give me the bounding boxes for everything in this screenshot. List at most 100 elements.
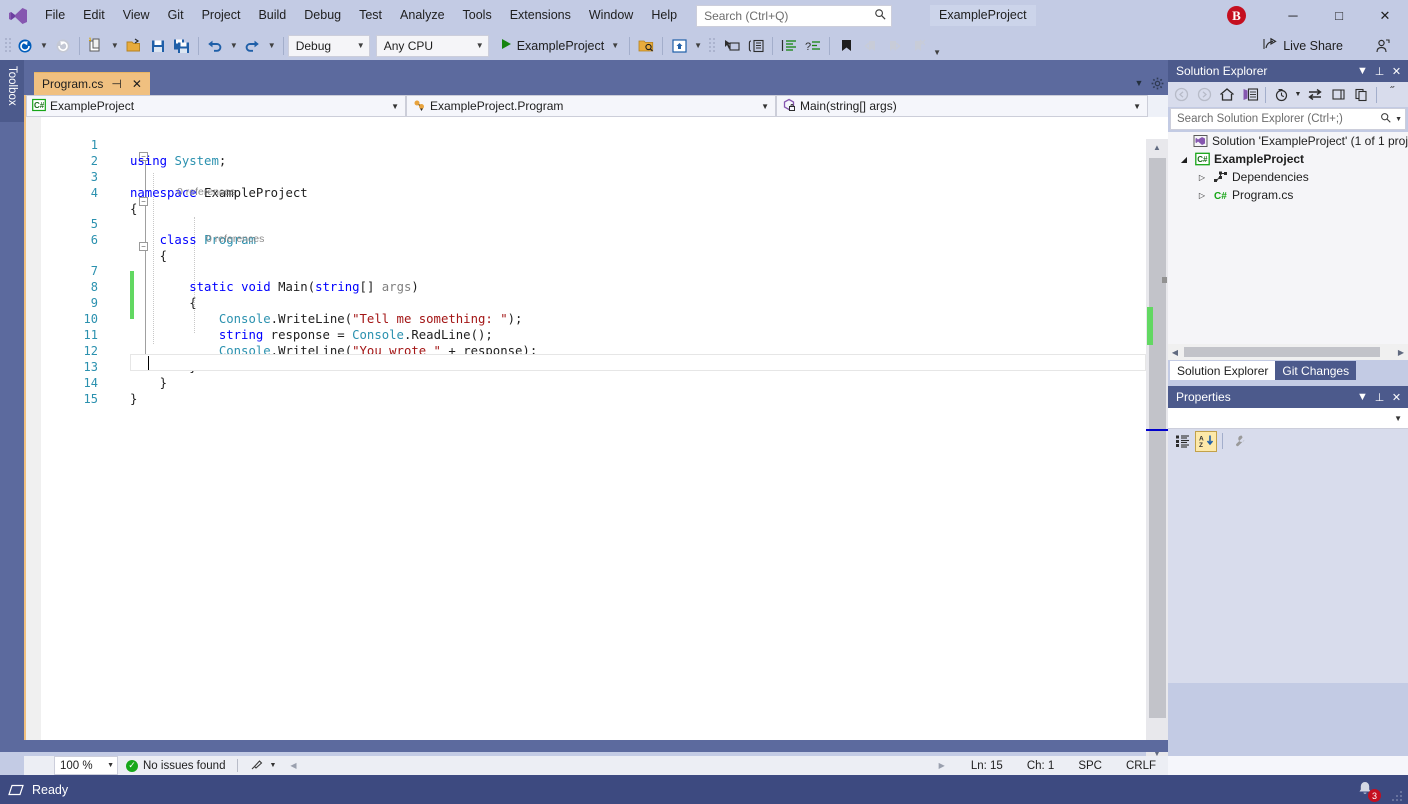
hscroll-track[interactable] bbox=[1182, 347, 1394, 357]
feedback-person-icon[interactable] bbox=[1370, 34, 1396, 57]
zoom-level-select[interactable]: 100 % ▼ bbox=[54, 756, 118, 775]
open-file-icon[interactable] bbox=[122, 34, 146, 58]
solution-platform-select[interactable]: Any CPU ▼ bbox=[376, 35, 489, 57]
navbar-type-select[interactable]: ExampleProject.Program ▼ bbox=[406, 95, 776, 117]
menu-project[interactable]: Project bbox=[193, 4, 250, 27]
chevron-down-icon[interactable]: ▼ bbox=[1132, 74, 1146, 92]
next-bookmark-icon[interactable] bbox=[882, 34, 906, 58]
twisty-expanded-icon[interactable]: ◢ bbox=[1178, 150, 1190, 168]
toolbox-tab[interactable]: Toolbox bbox=[0, 60, 24, 122]
pointer-select-icon[interactable] bbox=[720, 34, 744, 58]
global-search-input[interactable]: Search (Ctrl+Q) bbox=[696, 5, 892, 27]
issues-status[interactable]: ✓ No issues found bbox=[126, 760, 225, 772]
menu-extensions[interactable]: Extensions bbox=[501, 4, 580, 27]
menu-analyze[interactable]: Analyze bbox=[391, 4, 453, 27]
solution-explorer-search-icon[interactable] bbox=[634, 34, 658, 58]
menu-tools[interactable]: Tools bbox=[454, 4, 501, 27]
caret-right-icon[interactable]: ▶ bbox=[925, 761, 959, 770]
save-all-icon[interactable] bbox=[170, 34, 194, 58]
tree-node-solution[interactable]: Solution 'ExampleProject' (1 of 1 proj bbox=[1168, 132, 1408, 150]
solution-tree[interactable]: Solution 'ExampleProject' (1 of 1 proj ◢… bbox=[1168, 132, 1408, 344]
chevron-down-icon[interactable]: ▼ bbox=[1354, 62, 1371, 80]
chevron-down-icon[interactable]: ▼ bbox=[1392, 116, 1402, 123]
scrollbar-thumb[interactable] bbox=[1149, 158, 1166, 718]
code-text[interactable]: 1 using System; 2 3 namespace ExamplePro… bbox=[26, 117, 1146, 740]
navbar-member-select[interactable]: Main(string[] args) ▼ bbox=[776, 95, 1148, 117]
chevron-down-icon[interactable]: ▼ bbox=[1293, 84, 1303, 105]
close-icon[interactable]: ✕ bbox=[1388, 388, 1405, 406]
tab-git-changes[interactable]: Git Changes bbox=[1275, 361, 1356, 380]
menu-file[interactable]: File bbox=[36, 4, 74, 27]
home-icon[interactable] bbox=[1216, 84, 1238, 105]
uncomment-icon[interactable]: ? bbox=[801, 34, 825, 58]
navigate-backward-dropdown[interactable]: ▼ bbox=[37, 41, 51, 50]
redo-dropdown[interactable]: ▼ bbox=[265, 41, 279, 50]
account-badge[interactable]: B bbox=[1227, 6, 1246, 25]
editor-vertical-scrollbar[interactable]: ▲ ▼ bbox=[1146, 139, 1168, 762]
navigate-forward-icon[interactable] bbox=[51, 34, 75, 58]
forward-icon[interactable] bbox=[1193, 84, 1215, 105]
menu-edit[interactable]: Edit bbox=[74, 4, 114, 27]
solution-explorer-search-input[interactable]: Search Solution Explorer (Ctrl+;) ▼ bbox=[1170, 108, 1406, 130]
caret-left-icon[interactable]: ◀ bbox=[276, 761, 310, 770]
solution-explorer-horizontal-scrollbar[interactable]: ◀ ▶ bbox=[1168, 344, 1408, 360]
tree-node-dependencies[interactable]: ▷ Dependencies bbox=[1168, 168, 1408, 186]
hscroll-thumb[interactable] bbox=[1184, 347, 1380, 357]
menu-test[interactable]: Test bbox=[350, 4, 391, 27]
tree-node-program-cs[interactable]: ▷ C# Program.cs bbox=[1168, 186, 1408, 204]
redo-icon[interactable] bbox=[241, 34, 265, 58]
pin-icon[interactable]: ⊥ bbox=[1371, 388, 1388, 406]
solution-configuration-select[interactable]: Debug ▼ bbox=[288, 35, 370, 57]
navbar-project-select[interactable]: C# ExampleProject ▼ bbox=[26, 95, 406, 117]
tab-solution-explorer[interactable]: Solution Explorer bbox=[1170, 361, 1275, 380]
resize-grip[interactable] bbox=[1391, 789, 1403, 801]
bookmark-icon[interactable] bbox=[834, 34, 858, 58]
close-icon[interactable]: ✕ bbox=[130, 78, 144, 90]
clear-bookmark-icon[interactable] bbox=[906, 34, 930, 58]
undo-dropdown[interactable]: ▼ bbox=[227, 41, 241, 50]
save-icon[interactable] bbox=[146, 34, 170, 58]
back-icon[interactable] bbox=[1170, 84, 1192, 105]
switch-views-icon[interactable] bbox=[1239, 84, 1261, 105]
gear-icon[interactable] bbox=[1150, 74, 1164, 92]
collapse-all-icon[interactable] bbox=[1350, 84, 1372, 105]
codelens-references-class[interactable]: 0 references bbox=[26, 185, 1146, 200]
properties-grid[interactable] bbox=[1168, 453, 1408, 683]
maximize-button[interactable]: □ bbox=[1316, 0, 1362, 31]
start-debug-button[interactable]: ExampleProject ▼ bbox=[495, 34, 625, 58]
menu-git[interactable]: Git bbox=[159, 4, 193, 27]
notifications-button[interactable]: 3 bbox=[1356, 780, 1378, 800]
toolbar-grip[interactable] bbox=[4, 37, 13, 55]
codelens-references-method[interactable]: 0 references bbox=[26, 232, 1146, 247]
scroll-right-icon[interactable]: ▶ bbox=[1394, 348, 1408, 357]
chevron-down-icon[interactable]: ▼ bbox=[604, 41, 619, 50]
minimize-button[interactable]: ─ bbox=[1270, 0, 1316, 31]
toolbar-grip-2[interactable] bbox=[708, 37, 717, 55]
document-tab-program-cs[interactable]: Program.cs ⊣ ✕ bbox=[34, 72, 150, 95]
undo-icon[interactable] bbox=[203, 34, 227, 58]
menu-help[interactable]: Help bbox=[642, 4, 686, 27]
overflow-icon[interactable]: ˝ bbox=[1381, 84, 1403, 105]
tree-node-project[interactable]: ◢ C# ExampleProject bbox=[1168, 150, 1408, 168]
close-button[interactable]: ✕ bbox=[1362, 0, 1408, 31]
prev-bookmark-icon[interactable] bbox=[858, 34, 882, 58]
pin-icon[interactable]: ⊣ bbox=[109, 78, 123, 90]
menu-view[interactable]: View bbox=[114, 4, 159, 27]
new-project-icon[interactable] bbox=[84, 34, 108, 58]
navigate-backward-icon[interactable] bbox=[13, 34, 37, 58]
live-share-button[interactable]: Live Share bbox=[1256, 34, 1350, 57]
menu-build[interactable]: Build bbox=[249, 4, 295, 27]
scroll-left-icon[interactable]: ◀ bbox=[1168, 348, 1182, 357]
issue-filter-button[interactable]: ▼ bbox=[250, 758, 276, 774]
pin-icon[interactable]: ⊥ bbox=[1371, 62, 1388, 80]
chevron-down-icon[interactable]: ▼ bbox=[1354, 388, 1371, 406]
property-pages-icon[interactable] bbox=[1228, 431, 1250, 452]
preview-window-dropdown[interactable]: ▼ bbox=[691, 41, 705, 50]
scroll-up-icon[interactable]: ▲ bbox=[1146, 139, 1168, 156]
comment-icon[interactable] bbox=[777, 34, 801, 58]
categorized-icon[interactable] bbox=[1171, 431, 1193, 452]
alphabetical-icon[interactable]: AZ bbox=[1195, 431, 1217, 452]
close-icon[interactable]: ✕ bbox=[1388, 62, 1405, 80]
twisty-collapsed-icon[interactable]: ▷ bbox=[1196, 168, 1208, 186]
properties-object-select[interactable]: ▼ bbox=[1168, 408, 1408, 429]
